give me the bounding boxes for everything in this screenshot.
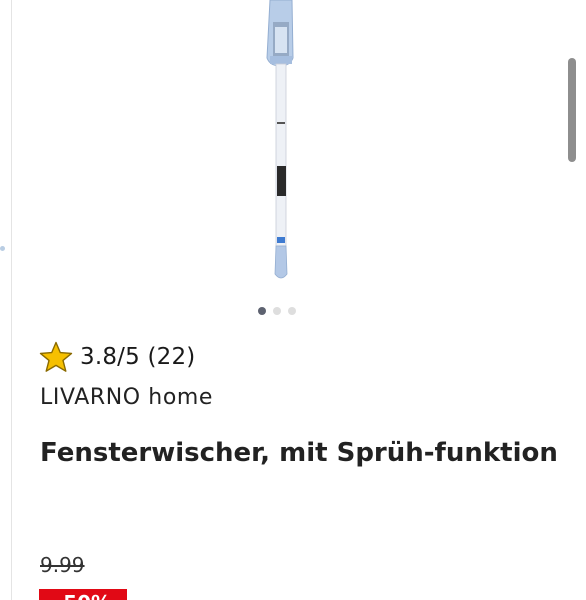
pagination-dot-2[interactable] [273, 307, 281, 315]
previous-card-peek [0, 246, 5, 251]
brand-name: LIVARNO home [40, 385, 214, 410]
star-icon [39, 341, 73, 372]
scrollbar-thumb[interactable] [568, 58, 576, 162]
pagination-dot-3[interactable] [288, 307, 296, 315]
pagination-dot-1[interactable] [258, 307, 266, 315]
old-price: 9.99 [40, 553, 85, 577]
previous-card-edge [11, 0, 12, 600]
product-image[interactable] [240, 0, 320, 285]
product-title: Fensterwischer, mit Sprüh-funktion [40, 438, 558, 468]
image-pagination [258, 307, 296, 315]
product-rating[interactable]: 3.8/5 (22) [38, 341, 195, 373]
discount-badge: -50% [39, 589, 127, 600]
product-page: 3.8/5 (22) LIVARNO home Fensterwischer, … [0, 0, 586, 600]
rating-value: 3.8/5 (22) [80, 344, 196, 370]
